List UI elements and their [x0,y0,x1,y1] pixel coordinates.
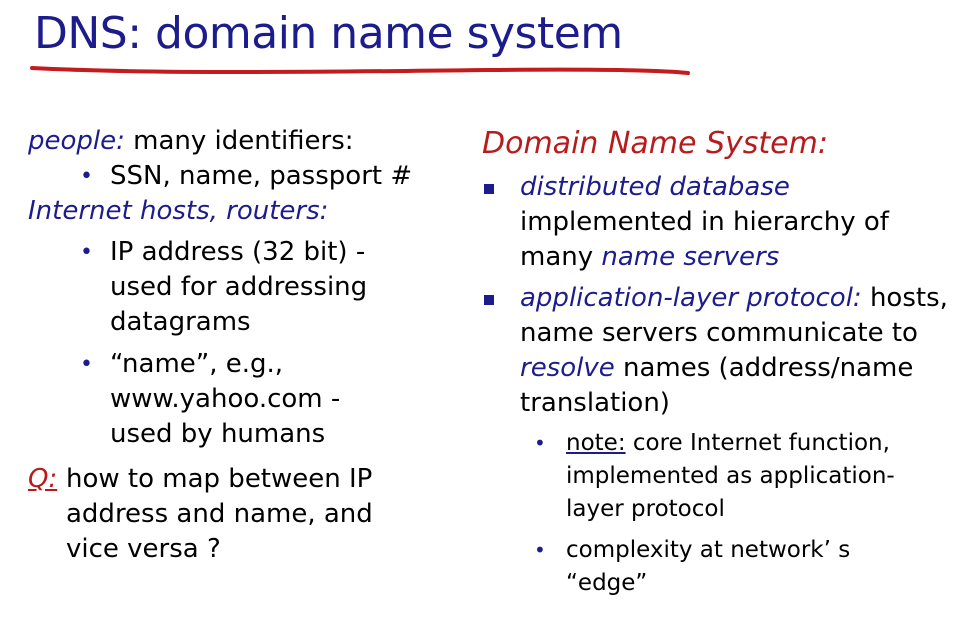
right-heading: Domain Name System: [482,126,828,161]
item2-a: hosts, [861,283,948,313]
bullet-icon: • [534,431,546,455]
hosts-bullet-2-line: www.yahoo.com - [110,384,341,414]
right-column: Domain Name System: distributed database… [482,124,948,600]
people-line: people: many identifiers: [28,124,448,159]
item2-line3-italic: resolve [520,353,615,383]
item2-line4: translation) [520,388,670,418]
item2-line2: name servers communicate to [520,318,918,348]
hosts-label: Internet hosts, routers: [28,196,329,226]
square-bullet-icon [484,295,494,305]
question-block: Q: how to map between IP address and nam… [28,462,448,567]
slide-title: DNS: domain name system [34,8,623,59]
bullet-icon: • [534,538,546,562]
item1-line2: implemented in hierarchy of [520,207,889,237]
title-underline [30,66,690,75]
people-bullet-text: SSN, name, passport # [110,161,413,191]
item2-line3-rest: names (address/name [614,353,914,383]
hosts-bullet-1-line: used for addressing [110,272,368,302]
hosts-bullet-2-line: “name”, e.g., [110,349,284,379]
question-line: address and name, and [66,499,373,529]
question-line: vice versa ? [66,534,221,564]
dns-subitem-1: • note: core Internet function, implemen… [482,427,948,526]
hosts-bullet-1-line: IP address (32 bit) - [110,237,366,267]
people-bullet: • SSN, name, passport # [28,159,448,194]
sub1-line2: implemented as application- [566,463,895,489]
dns-item-1: distributed database implemented in hier… [482,170,948,275]
item1-line3-b: name servers [601,242,780,272]
sub1-rest: core Internet function, [625,430,890,456]
hosts-bullet-2: • “name”, e.g., www.yahoo.com - used by … [28,347,448,452]
item1-italic: distributed database [520,172,790,202]
hosts-bullet-1: • IP address (32 bit) - used for address… [28,235,448,340]
question-line: how to map between IP [66,464,373,494]
dns-item-2: application-layer protocol: hosts, name … [482,281,948,421]
sub1-line3: layer protocol [566,496,725,522]
sub2-line2: “edge” [566,570,648,596]
hosts-bullet-1-line: datagrams [110,307,251,337]
dns-subitem-2: • complexity at network’ s “edge” [482,534,948,600]
bullet-icon: • [80,164,93,189]
hosts-bullet-2-line: used by humans [110,419,326,449]
item1-line3-a: many [520,242,602,272]
left-column: people: many identifiers: • SSN, name, p… [28,124,448,567]
bullet-icon: • [80,240,93,265]
question-label: Q: [28,464,58,494]
bullet-icon: • [80,352,93,377]
note-label: note: [566,430,626,456]
people-label: people: [28,126,125,156]
people-text: many identifiers: [124,126,354,156]
sub2-line1: complexity at network’ s [566,537,851,563]
item2-italic: application-layer protocol: [520,283,862,313]
square-bullet-icon [484,184,494,194]
